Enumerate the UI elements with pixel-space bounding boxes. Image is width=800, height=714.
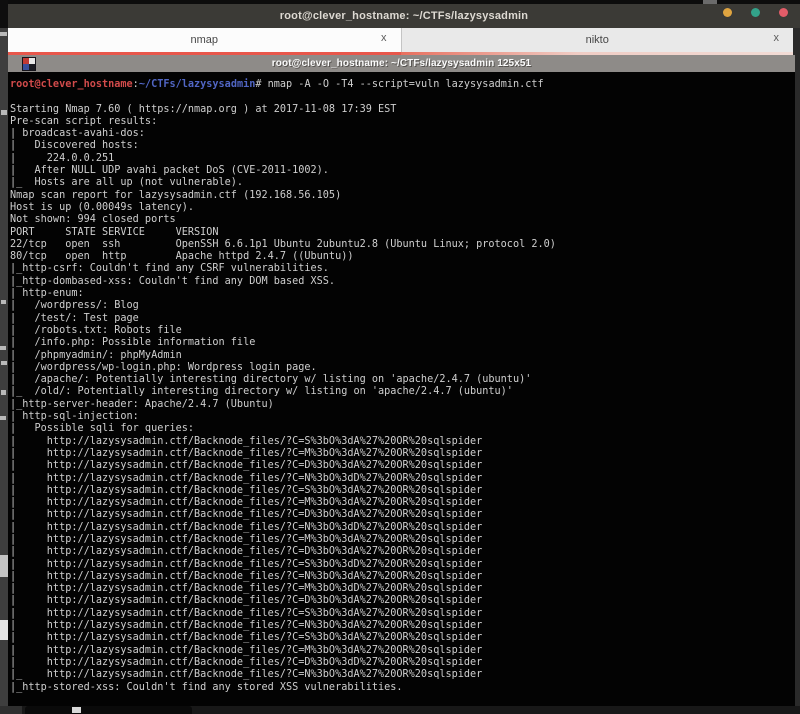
background-text-fragment (0, 346, 6, 350)
desktop-background-corner (0, 0, 8, 28)
tab-close-icon[interactable]: x (381, 32, 387, 44)
background-text-fragment (1, 110, 7, 115)
window-controls (723, 0, 788, 24)
background-text-fragment (1, 300, 6, 304)
window-title: root@clever_hostname: ~/CTFs/lazysysadmi… (279, 10, 529, 22)
prompt-user-host: root@clever_hostname (10, 79, 133, 90)
taskbar-sliver (0, 706, 800, 714)
tab-label: nmap (190, 34, 219, 46)
background-window-edge (0, 28, 8, 706)
terminal-titlebar[interactable]: root@clever_hostname: ~/CTFs/lazysysadmi… (8, 55, 795, 72)
terminal-output: root@clever_hostname:~/CTFs/lazysysadmin… (10, 79, 556, 694)
taskbar-item[interactable] (25, 706, 192, 714)
command-text: nmap -A -O -T4 --script=vuln lazysysadmi… (267, 79, 544, 90)
background-text-fragment (1, 390, 6, 395)
terminal-title: root@clever_hostname: ~/CTFs/lazysysadmi… (271, 58, 532, 69)
terminal-app-icon (22, 57, 36, 71)
taskbar-corner (0, 706, 22, 714)
prompt-symbol: # (255, 79, 268, 90)
tab-nikto[interactable]: nikto x (400, 28, 793, 52)
taskbar-item-icon (72, 707, 81, 713)
tab-label: nikto (585, 34, 609, 46)
terminal-screen[interactable]: root@clever_hostname:~/CTFs/lazysysadmin… (8, 72, 795, 706)
prompt-path: ~/CTFs/lazysysadmin (138, 79, 256, 90)
close-button[interactable] (779, 7, 788, 17)
background-text-fragment (1, 361, 7, 365)
nmap-scan-output: Starting Nmap 7.60 ( https://nmap.org ) … (10, 103, 556, 693)
window-titlebar[interactable]: root@clever_hostname: ~/CTFs/lazysysadmi… (8, 4, 800, 28)
background-text-fragment (0, 416, 6, 420)
background-text-fragment (0, 32, 7, 36)
tab-close-icon[interactable]: x (774, 32, 780, 44)
tab-bar: nmap x nikto x (8, 28, 793, 52)
background-window-fragment (0, 620, 8, 640)
tab-nmap[interactable]: nmap x (8, 28, 401, 52)
minimize-button[interactable] (723, 7, 732, 17)
background-scrollbar-fragment (0, 555, 8, 577)
maximize-button[interactable] (751, 7, 760, 17)
